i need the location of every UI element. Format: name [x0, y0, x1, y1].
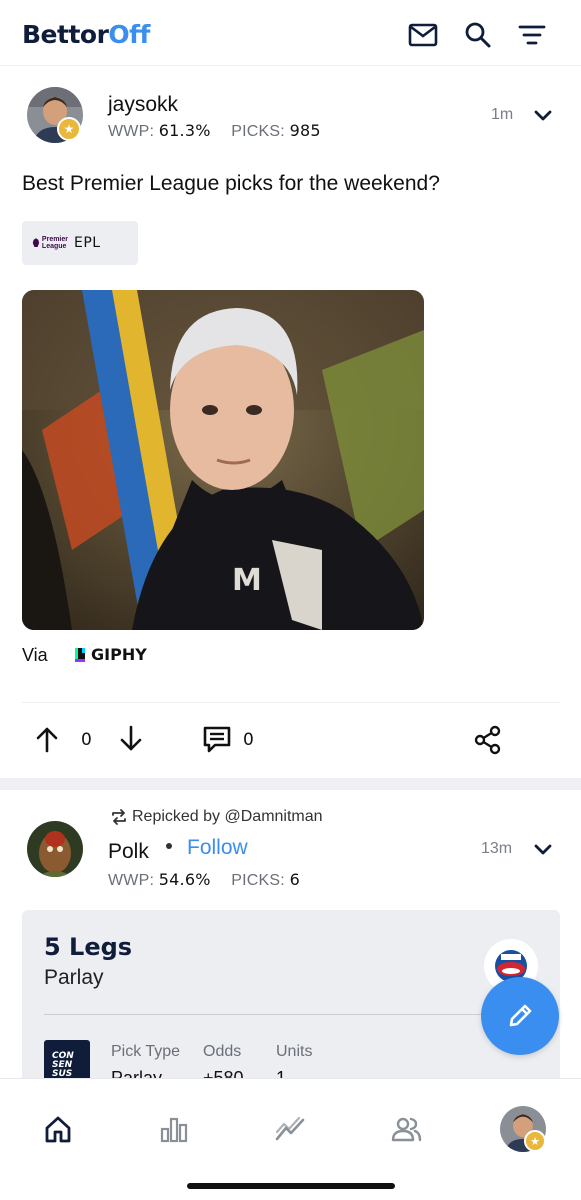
- separator-dot: [166, 843, 172, 849]
- logo-text-bettor: Bettor: [22, 20, 109, 49]
- repick-text[interactable]: Repicked by @Damnitman: [132, 808, 323, 826]
- comment-count: 0: [243, 730, 254, 750]
- upvote-icon[interactable]: [35, 725, 59, 757]
- pl-logo-text-1: Premier: [41, 236, 68, 243]
- nav-home-icon[interactable]: [41, 1112, 75, 1146]
- chevron-down-icon[interactable]: [532, 838, 554, 860]
- pencil-icon: [509, 1004, 532, 1027]
- post-divider: [22, 702, 560, 703]
- svg-text:M: M: [232, 563, 262, 598]
- star-badge-icon: ★: [524, 1130, 546, 1152]
- wwp-value: 61.3%: [158, 121, 211, 140]
- wwp-value: 54.6%: [158, 870, 211, 889]
- post-stats: WWP: 61.3% PICKS: 985: [108, 121, 321, 141]
- post-time: 1m: [491, 106, 514, 123]
- pl-logo-text-2: League: [41, 243, 67, 250]
- downvote-icon[interactable]: [119, 725, 143, 757]
- post-time: 13m: [481, 840, 513, 857]
- filter-icon[interactable]: [517, 20, 547, 50]
- via-label: Via: [22, 645, 48, 665]
- premier-league-logo-icon: Premier League: [32, 233, 68, 253]
- mail-icon[interactable]: [408, 20, 438, 50]
- wwp-label: WWP:: [108, 872, 155, 889]
- parlay-type-label: Parlay: [44, 966, 104, 989]
- pick-type-header: Pick Type: [111, 1043, 181, 1060]
- post-gif-image[interactable]: M: [22, 290, 424, 630]
- app-logo[interactable]: BettorOff: [22, 20, 150, 49]
- giphy-label: GIPHY: [91, 645, 147, 664]
- star-badge-icon: ★: [57, 117, 81, 141]
- follow-button[interactable]: Follow: [187, 836, 248, 860]
- compose-pick-button[interactable]: [481, 977, 559, 1055]
- picks-label: PICKS:: [231, 872, 285, 889]
- post-body-text: Best Premier League picks for the weeken…: [22, 172, 440, 195]
- nav-trends-icon[interactable]: [273, 1112, 307, 1146]
- units-header: Units: [276, 1043, 313, 1060]
- vote-count: 0: [81, 730, 92, 750]
- post-stats: WWP: 54.6% PICKS: 6: [108, 870, 300, 890]
- feed-separator: [0, 778, 581, 790]
- chevron-down-icon[interactable]: [532, 104, 554, 126]
- nav-community-icon[interactable]: [389, 1112, 423, 1146]
- repick-icon: [112, 809, 126, 825]
- picks-value: 985: [289, 121, 321, 140]
- nav-stats-icon[interactable]: [157, 1112, 191, 1146]
- card-divider: [44, 1014, 538, 1015]
- post-username[interactable]: Polk: [108, 840, 149, 864]
- parlay-legs-count: 5 Legs: [44, 933, 133, 961]
- league-tag-epl[interactable]: Premier League EPL: [22, 221, 138, 265]
- picks-label: PICKS:: [231, 123, 285, 140]
- repick-line: Repicked by @Damnitman: [110, 808, 323, 826]
- home-indicator: [187, 1183, 395, 1189]
- comment-icon[interactable]: [202, 725, 232, 757]
- share-icon[interactable]: [474, 725, 502, 757]
- post-username[interactable]: jaysokk: [108, 93, 178, 117]
- wwp-label: WWP:: [108, 123, 155, 140]
- logo-text-off: Off: [108, 20, 150, 49]
- avatar-polk[interactable]: [27, 821, 83, 877]
- app-header: BettorOff: [0, 0, 581, 66]
- search-icon[interactable]: [463, 20, 493, 50]
- odds-header: Odds: [203, 1043, 242, 1060]
- giphy-attribution[interactable]: GIPHY: [74, 645, 147, 664]
- tag-label: EPL: [74, 235, 101, 251]
- picks-value: 6: [289, 870, 300, 889]
- giphy-logo-icon: [75, 647, 85, 662]
